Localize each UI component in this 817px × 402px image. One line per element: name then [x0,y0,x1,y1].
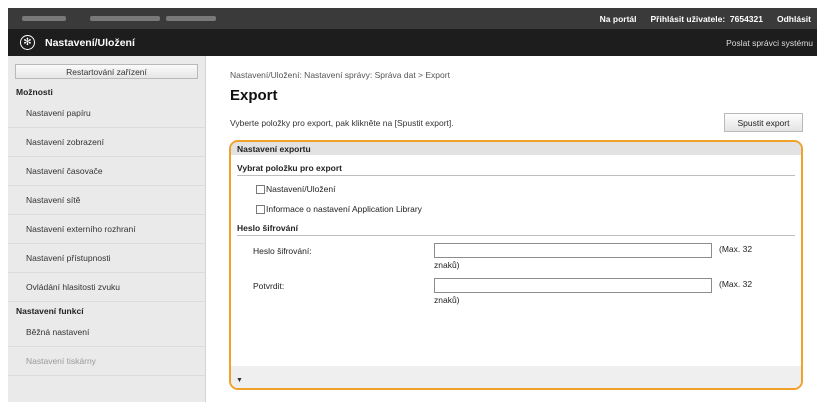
application-library-checkbox[interactable] [256,204,265,214]
password-field-row: Heslo šifrování: (Max. 32 znaků) [231,239,801,274]
sidebar-item-external-interface[interactable]: Nastavení externího rozhraní [8,215,205,244]
encryption-password-input[interactable] [434,243,712,258]
checkbox-label: Informace o nastavení Application Librar… [266,204,422,214]
user-id: 7654321 [729,13,763,24]
sidebar-item-volume[interactable]: Ovládání hlasitosti zvuku [8,273,205,302]
sidebar-item-display[interactable]: Nastavení zobrazení [8,128,205,157]
settings-logo-icon: ✻ [20,35,35,50]
sidebar-section-functions: Nastavení funkcí [16,306,84,316]
field-hint: (Max. 32 [719,279,753,289]
sidebar-item-accessibility[interactable]: Nastavení přístupnosti [8,244,205,273]
sidebar: Restartování zařízení Možnosti Nastavení… [8,56,206,402]
field-hint: znaků) [434,295,460,305]
login-label: Přihlásit uživatele: [650,13,726,24]
blurred-text [90,16,160,21]
page-title: Export [230,87,278,104]
field-hint: znaků) [434,260,460,270]
checkbox-label: Nastavení/Uložení [266,184,336,194]
settings-checkbox[interactable] [256,184,265,194]
sidebar-item-common[interactable]: Běžná nastavení [8,318,205,347]
panel-footer: ▼ [231,366,801,388]
scroll-down-icon[interactable]: ▼ [236,377,243,384]
breadcrumb: Nastavení/Uložení: Nastavení správy: Spr… [230,70,450,80]
logout-link[interactable]: Odhlásit [777,14,811,24]
start-export-button[interactable]: Spustit export [724,113,803,132]
send-to-admin-link[interactable]: Poslat správci systému [726,38,813,48]
select-items-heading: Vybrat položku pro export [237,163,795,176]
login-user-label: Přihlásit uživatele: 7654321 [651,14,763,24]
sidebar-item-printer[interactable]: Nastavení tiskárny [8,347,205,376]
portal-link[interactable]: Na portál [600,14,637,24]
blurred-text [166,16,216,21]
checkbox-row-settings: Nastavení/Uložení [231,179,801,199]
page-description: Vyberte položky pro export, pak klikněte… [230,118,454,128]
password-heading: Heslo šifrování [237,223,795,236]
blurred-text [22,16,66,21]
panel-title: Nastavení exportu [231,142,801,155]
app-title: Nastavení/Uložení [45,36,135,49]
field-label: Heslo šifrování: [253,246,312,256]
sidebar-item-paper[interactable]: Nastavení papíru [8,99,205,128]
sidebar-item-timer[interactable]: Nastavení časovače [8,157,205,186]
field-label: Potvrdit: [253,281,285,291]
sidebar-section-options: Možnosti [16,87,53,97]
checkbox-row-application-library: Informace o nastavení Application Librar… [231,199,801,219]
confirm-password-input[interactable] [434,278,712,293]
sidebar-item-network[interactable]: Nastavení sítě [8,186,205,215]
confirm-field-row: Potvrdit: (Max. 32 znaků) [231,274,801,309]
top-bar: Na portál Přihlásit uživatele: 7654321 O… [8,8,817,29]
export-settings-panel: Nastavení exportu Vybrat položku pro exp… [229,140,803,390]
field-hint: (Max. 32 [719,244,753,254]
restart-device-button[interactable]: Restartování zařízení [15,64,198,79]
title-bar: ✻ Nastavení/Uložení Poslat správci systé… [8,29,817,56]
main-content: Nastavení/Uložení: Nastavení správy: Spr… [219,56,817,402]
